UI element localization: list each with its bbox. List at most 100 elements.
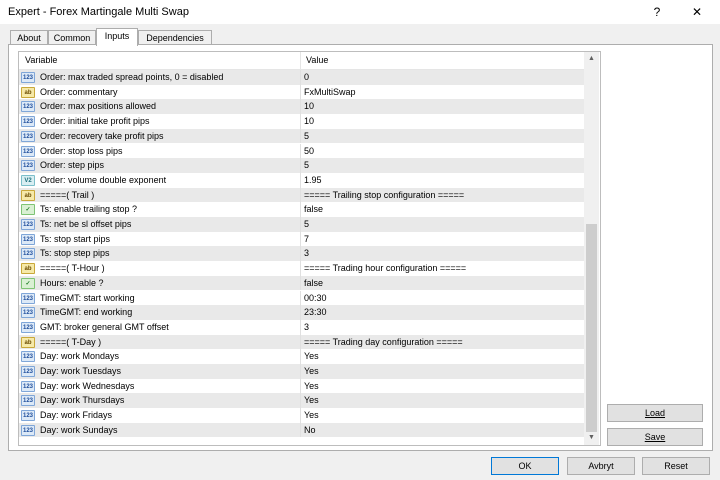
variable-name: Order: max positions allowed xyxy=(40,101,157,112)
variable-value[interactable]: 3 xyxy=(304,322,309,332)
table-row[interactable]: ab =====( T-Hour ) ===== Trading hour conf… xyxy=(19,261,584,276)
header-value[interactable]: Value xyxy=(306,55,328,65)
string-type-icon: ab xyxy=(21,336,35,348)
variable-value[interactable]: 5 xyxy=(304,160,309,170)
variable-value[interactable]: Yes xyxy=(304,395,319,405)
vertical-scrollbar[interactable]: ▲ ▼ xyxy=(584,52,599,445)
variable-value[interactable]: 5 xyxy=(304,219,309,229)
integer-type-icon: 123 xyxy=(21,410,35,422)
variable-value[interactable]: 5 xyxy=(304,131,309,141)
column-divider xyxy=(300,246,301,262)
variable-name: Hours: enable ? xyxy=(40,277,104,288)
column-divider xyxy=(300,99,301,115)
table-row[interactable]: ab Order: commentary FxMultiSwap xyxy=(19,84,584,100)
ok-button[interactable]: OK xyxy=(491,457,559,475)
title-bar: Expert - Forex Martingale Multi Swap ? ✕ xyxy=(0,0,720,24)
column-divider xyxy=(300,334,301,350)
table-row[interactable]: 123 Ts: stop start pips 7 xyxy=(19,231,584,247)
scroll-down-icon[interactable]: ▼ xyxy=(584,431,599,445)
integer-type-icon: 123 xyxy=(21,307,35,319)
header-variable[interactable]: Variable xyxy=(25,55,57,65)
table-row[interactable]: 123 Day: work Thursdays Yes xyxy=(19,393,584,409)
reset-button[interactable]: Reset xyxy=(642,457,710,475)
variable-value[interactable]: ===== Trading hour configuration ===== xyxy=(304,263,466,273)
string-type-icon: ab xyxy=(21,263,35,275)
close-button[interactable]: ✕ xyxy=(682,2,712,22)
variable-name: Day: work Fridays xyxy=(40,410,113,421)
variable-name: Day: work Mondays xyxy=(40,351,120,362)
column-divider xyxy=(300,143,301,159)
variable-value[interactable]: false xyxy=(304,278,323,288)
variable-value[interactable]: No xyxy=(304,425,316,435)
table-row[interactable]: ab =====( T-Day ) ===== Trading day config… xyxy=(19,334,584,350)
table-row[interactable]: 123 TimeGMT: end working 23:30 xyxy=(19,305,584,320)
variable-value[interactable]: 1.95 xyxy=(304,175,322,185)
table-row[interactable]: 123 GMT: broker general GMT offset 3 xyxy=(19,319,584,335)
variable-value[interactable]: false xyxy=(304,204,323,214)
column-divider xyxy=(300,408,301,423)
variable-value[interactable]: FxMultiSwap xyxy=(304,87,356,97)
variable-value[interactable]: 3 xyxy=(304,248,309,258)
table-row[interactable]: 123 Day: work Sundays No xyxy=(19,422,584,438)
help-button[interactable]: ? xyxy=(642,2,672,22)
variable-name: Order: commentary xyxy=(40,86,118,97)
table-row[interactable]: V2 Order: volume double exponent 1.95 xyxy=(19,172,584,188)
table-row[interactable]: ab =====( Trail ) ===== Trailing stop conf… xyxy=(19,187,584,203)
integer-type-icon: 123 xyxy=(21,130,35,142)
table-row[interactable]: 123 Day: work Tuesdays Yes xyxy=(19,364,584,379)
variable-name: Ts: enable trailing stop ? xyxy=(40,204,138,215)
variable-value[interactable]: 10 xyxy=(304,116,314,126)
integer-type-icon: 123 xyxy=(21,380,35,392)
table-row[interactable]: 123 Order: initial take profit pips 10 xyxy=(19,114,584,129)
variable-value[interactable]: 00:30 xyxy=(304,293,327,303)
header-separator[interactable] xyxy=(300,52,301,69)
variable-value[interactable]: Yes xyxy=(304,410,319,420)
variable-value[interactable]: Yes xyxy=(304,351,319,361)
tab-about[interactable]: About xyxy=(10,30,48,45)
column-divider xyxy=(300,393,301,409)
table-row[interactable]: 123 Order: max positions allowed 10 xyxy=(19,99,584,115)
variable-value[interactable]: 7 xyxy=(304,234,309,244)
column-divider xyxy=(300,319,301,335)
column-divider xyxy=(300,128,301,144)
scroll-up-icon[interactable]: ▲ xyxy=(584,52,599,66)
load-button[interactable]: Load xyxy=(607,404,703,422)
table-row[interactable]: 123 Day: work Wednesdays Yes xyxy=(19,378,584,394)
table-row[interactable]: 123 Day: work Mondays Yes xyxy=(19,349,584,364)
variable-value[interactable]: 10 xyxy=(304,101,314,111)
variable-value[interactable]: 23:30 xyxy=(304,307,327,317)
table-row[interactable]: 123 Order: step pips 5 xyxy=(19,158,584,173)
table-row[interactable]: 123 Day: work Fridays Yes xyxy=(19,408,584,423)
table-row[interactable]: ✓ Ts: enable trailing stop ? false xyxy=(19,202,584,217)
variable-value[interactable]: Yes xyxy=(304,366,319,376)
integer-type-icon: 123 xyxy=(21,424,35,436)
save-button[interactable]: Save xyxy=(607,428,703,446)
table-row[interactable]: 123 Order: stop loss pips 50 xyxy=(19,143,584,159)
variable-value[interactable]: ===== Trading day configuration ===== xyxy=(304,337,463,347)
integer-type-icon: 123 xyxy=(21,395,35,407)
column-divider xyxy=(300,231,301,247)
tab-inputs[interactable]: Inputs xyxy=(96,28,138,46)
variable-value[interactable]: 50 xyxy=(304,146,314,156)
scroll-thumb[interactable] xyxy=(586,224,597,432)
variable-value[interactable]: 0 xyxy=(304,72,309,82)
column-divider xyxy=(300,261,301,276)
table-row[interactable]: 123 Order: max traded spread points, 0 = … xyxy=(19,70,584,85)
integer-type-icon: 123 xyxy=(21,292,35,304)
variable-name: Ts: stop start pips xyxy=(40,233,111,244)
cancel-button[interactable]: Avbryt xyxy=(567,457,635,475)
variable-name: Order: max traded spread points, 0 = dis… xyxy=(40,72,224,82)
window-title: Expert - Forex Martingale Multi Swap xyxy=(8,6,189,18)
table-row[interactable]: 123 Ts: net be sl offset pips 5 xyxy=(19,217,584,232)
table-row[interactable]: 123 Order: recovery take profit pips 5 xyxy=(19,128,584,144)
table-row[interactable]: 123 Ts: stop step pips 3 xyxy=(19,246,584,262)
tab-dependencies[interactable]: Dependencies xyxy=(138,30,212,45)
table-row[interactable]: ✓ Hours: enable ? false xyxy=(19,275,584,291)
variable-value[interactable]: ===== Trailing stop configuration ===== xyxy=(304,190,464,200)
integer-type-icon: 123 xyxy=(21,321,35,333)
tab-common[interactable]: Common xyxy=(48,30,96,45)
variable-value[interactable]: Yes xyxy=(304,381,319,391)
table-row[interactable]: 123 TimeGMT: start working 00:30 xyxy=(19,290,584,306)
grid-header: Variable Value xyxy=(19,52,591,70)
variable-name: Order: recovery take profit pips xyxy=(40,130,164,141)
